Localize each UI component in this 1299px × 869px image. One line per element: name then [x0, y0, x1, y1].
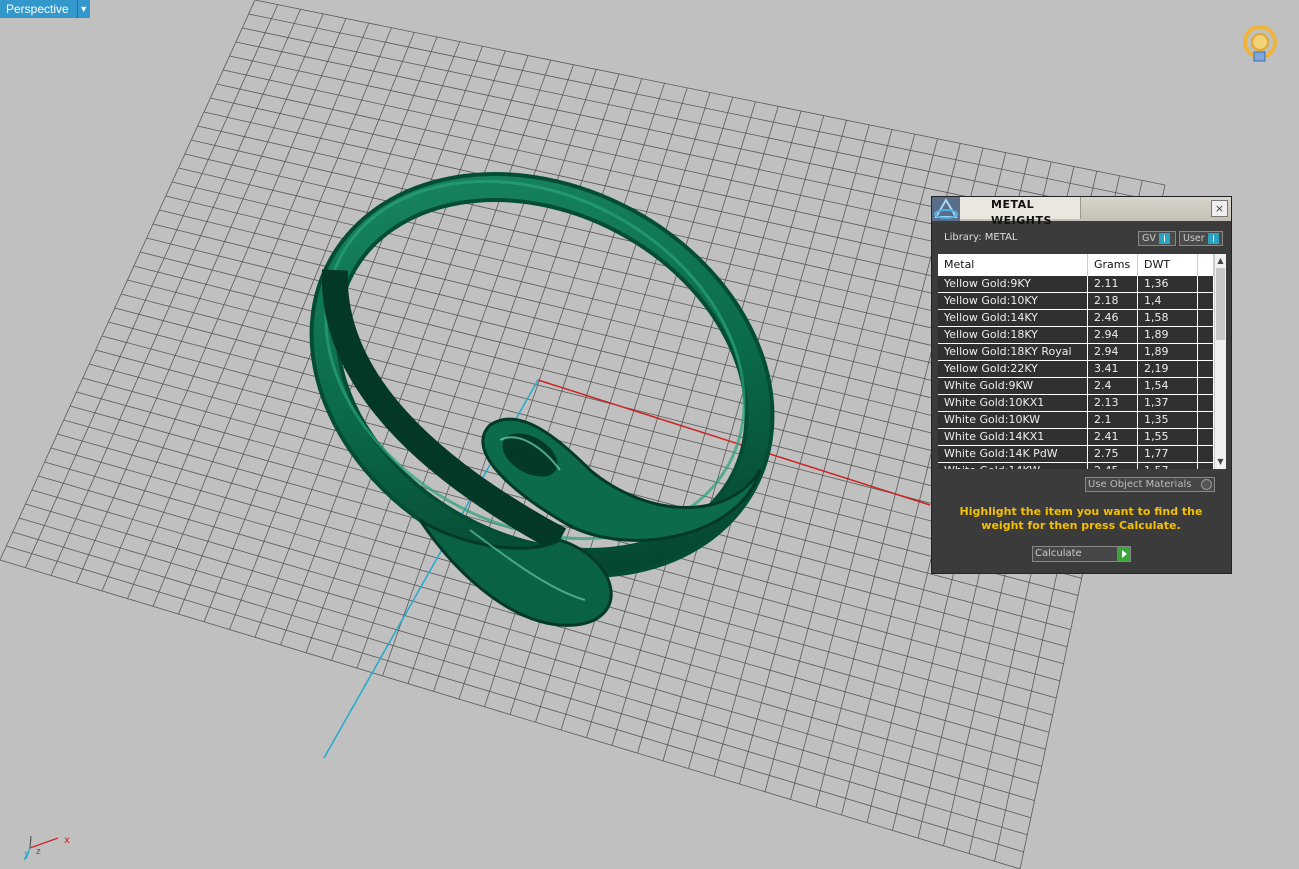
cell-metal: White Gold:14K PdW	[938, 446, 1088, 462]
viewport-label-text[interactable]: Perspective	[0, 0, 77, 18]
cell-grams: 2.1	[1088, 412, 1138, 428]
cell-grams: 2.45	[1088, 463, 1138, 469]
cell-metal: White Gold:10KW	[938, 412, 1088, 428]
cell-metal: Yellow Gold:22KY	[938, 361, 1088, 377]
toggle-knob-icon	[1158, 233, 1170, 244]
cell-dwt: 1,35	[1138, 412, 1198, 428]
cell-metal: White Gold:14KW	[938, 463, 1088, 469]
table-row[interactable]: Yellow Gold:18KY Royal 2.94 1,89	[938, 344, 1214, 361]
cell-grams: 2.41	[1088, 429, 1138, 445]
user-toggle-label: User	[1183, 233, 1205, 244]
cell-dwt: 1,54	[1138, 378, 1198, 394]
metal-table[interactable]: Metal Grams DWT Yellow Gold:9KY 2.11 1,36 Y…	[938, 254, 1226, 469]
cell-grams: 2.94	[1088, 327, 1138, 343]
cell-metal: Yellow Gold:10KY	[938, 293, 1088, 309]
cell-dwt: 1,57	[1138, 463, 1198, 469]
scrollbar-thumb[interactable]	[1216, 268, 1225, 340]
cell-metal: White Gold:14KX1	[938, 429, 1088, 445]
table-row[interactable]: White Gold:14KW2.451,57	[938, 463, 1214, 469]
cell-dwt: 1,4	[1138, 293, 1198, 309]
panel-title: METAL WEIGHTS	[991, 198, 1052, 227]
axis-z-label: z	[36, 847, 41, 857]
table-body: Yellow Gold:9KY 2.11 1,36 Yellow Gold:10KY 2…	[938, 276, 1214, 469]
user-toggle[interactable]: User	[1179, 231, 1223, 246]
table-scrollbar[interactable]: ▲ ▼	[1214, 254, 1226, 469]
close-button[interactable]: ×	[1211, 200, 1228, 217]
cell-dwt: 1,55	[1138, 429, 1198, 445]
cell-dwt: 1,37	[1138, 395, 1198, 411]
cell-dwt: 1,77	[1138, 446, 1198, 462]
cell-grams: 2.11	[1088, 276, 1138, 292]
cell-filler	[1198, 327, 1214, 343]
metal-weights-panel[interactable]: METAL WEIGHTS × Library: METAL GV User M…	[931, 196, 1232, 574]
panel-title-tab: METAL WEIGHTS	[960, 197, 1081, 227]
cell-filler	[1198, 463, 1214, 469]
cell-filler	[1198, 378, 1214, 394]
viewport-label[interactable]: Perspective ▼	[0, 0, 90, 18]
cell-metal: White Gold:9KW	[938, 378, 1088, 394]
panel-title-bar[interactable]: METAL WEIGHTS ×	[932, 197, 1231, 227]
table-row[interactable]: Yellow Gold:18KY 2.94 1,89	[938, 327, 1214, 344]
table-row[interactable]: White Gold:10KX1 2.13 1,37	[938, 395, 1214, 412]
cell-metal: Yellow Gold:9KY	[938, 276, 1088, 292]
column-header-dwt[interactable]: DWT	[1138, 254, 1198, 276]
table-header: Metal Grams DWT	[938, 254, 1214, 276]
column-header-filler	[1198, 254, 1214, 276]
navigation-gizmo-icon[interactable]	[1238, 22, 1284, 68]
library-label: Library: METAL	[944, 232, 1018, 243]
cell-dwt: 1,58	[1138, 310, 1198, 326]
radio-circle-icon[interactable]	[1201, 479, 1212, 490]
play-arrow-icon[interactable]	[1117, 547, 1130, 561]
cell-grams: 2.13	[1088, 395, 1138, 411]
table-row[interactable]: Yellow Gold:9KY 2.11 1,36	[938, 276, 1214, 293]
use-object-materials-checkbox[interactable]: Use Object Materials	[1085, 477, 1215, 492]
axis-x-label: x	[64, 835, 70, 846]
cell-grams: 3.41	[1088, 361, 1138, 377]
cell-filler	[1198, 395, 1214, 411]
cell-filler	[1198, 310, 1214, 326]
use-object-materials-label: Use Object Materials	[1088, 479, 1192, 490]
cell-grams: 2.4	[1088, 378, 1138, 394]
scroll-down-icon[interactable]: ▼	[1215, 456, 1226, 468]
cell-filler	[1198, 429, 1214, 445]
matrix-logo-icon	[932, 197, 960, 221]
cell-dwt: 2,19	[1138, 361, 1198, 377]
table-row[interactable]: Yellow Gold:14KY 2.46 1,58	[938, 310, 1214, 327]
cell-grams: 2.18	[1088, 293, 1138, 309]
cell-filler	[1198, 361, 1214, 377]
cell-filler	[1198, 276, 1214, 292]
gv-toggle-label: GV	[1142, 233, 1156, 244]
column-header-metal[interactable]: Metal	[938, 254, 1088, 276]
cell-grams: 2.46	[1088, 310, 1138, 326]
table-row[interactable]: White Gold:14K PdW 2.75 1,77	[938, 446, 1214, 463]
calculate-button[interactable]: Calculate	[1032, 546, 1131, 562]
cell-grams: 2.75	[1088, 446, 1138, 462]
table-row[interactable]: White Gold:9KW 2.4 1,54	[938, 378, 1214, 395]
calculate-label: Calculate	[1035, 548, 1082, 559]
instruction-text: Highlight the item you want to find the …	[959, 505, 1203, 532]
cell-filler	[1198, 293, 1214, 309]
table-row[interactable]: White Gold:14KX1 2.41 1,55	[938, 429, 1214, 446]
toggle-knob-icon	[1207, 233, 1219, 244]
cell-grams: 2.94	[1088, 344, 1138, 360]
column-header-grams[interactable]: Grams	[1088, 254, 1138, 276]
cell-metal: Yellow Gold:14KY	[938, 310, 1088, 326]
table-row[interactable]: White Gold:10KW 2.1 1,35	[938, 412, 1214, 429]
cell-dwt: 1,36	[1138, 276, 1198, 292]
cell-metal: Yellow Gold:18KY	[938, 327, 1088, 343]
cell-dwt: 1,89	[1138, 327, 1198, 343]
axis-y-label: y	[24, 849, 30, 860]
chevron-down-icon[interactable]: ▼	[76, 0, 90, 18]
cell-metal: Yellow Gold:18KY Royal	[938, 344, 1088, 360]
cell-filler	[1198, 344, 1214, 360]
gv-toggle[interactable]: GV	[1138, 231, 1176, 246]
cell-filler	[1198, 446, 1214, 462]
cell-filler	[1198, 412, 1214, 428]
table-row[interactable]: Yellow Gold:22KY 3.41 2,19	[938, 361, 1214, 378]
scroll-up-icon[interactable]: ▲	[1215, 255, 1226, 267]
table-row[interactable]: Yellow Gold:10KY 2.18 1,4	[938, 293, 1214, 310]
axis-tripod-icon: x y z	[16, 826, 80, 864]
cell-metal: White Gold:10KX1	[938, 395, 1088, 411]
cell-dwt: 1,89	[1138, 344, 1198, 360]
